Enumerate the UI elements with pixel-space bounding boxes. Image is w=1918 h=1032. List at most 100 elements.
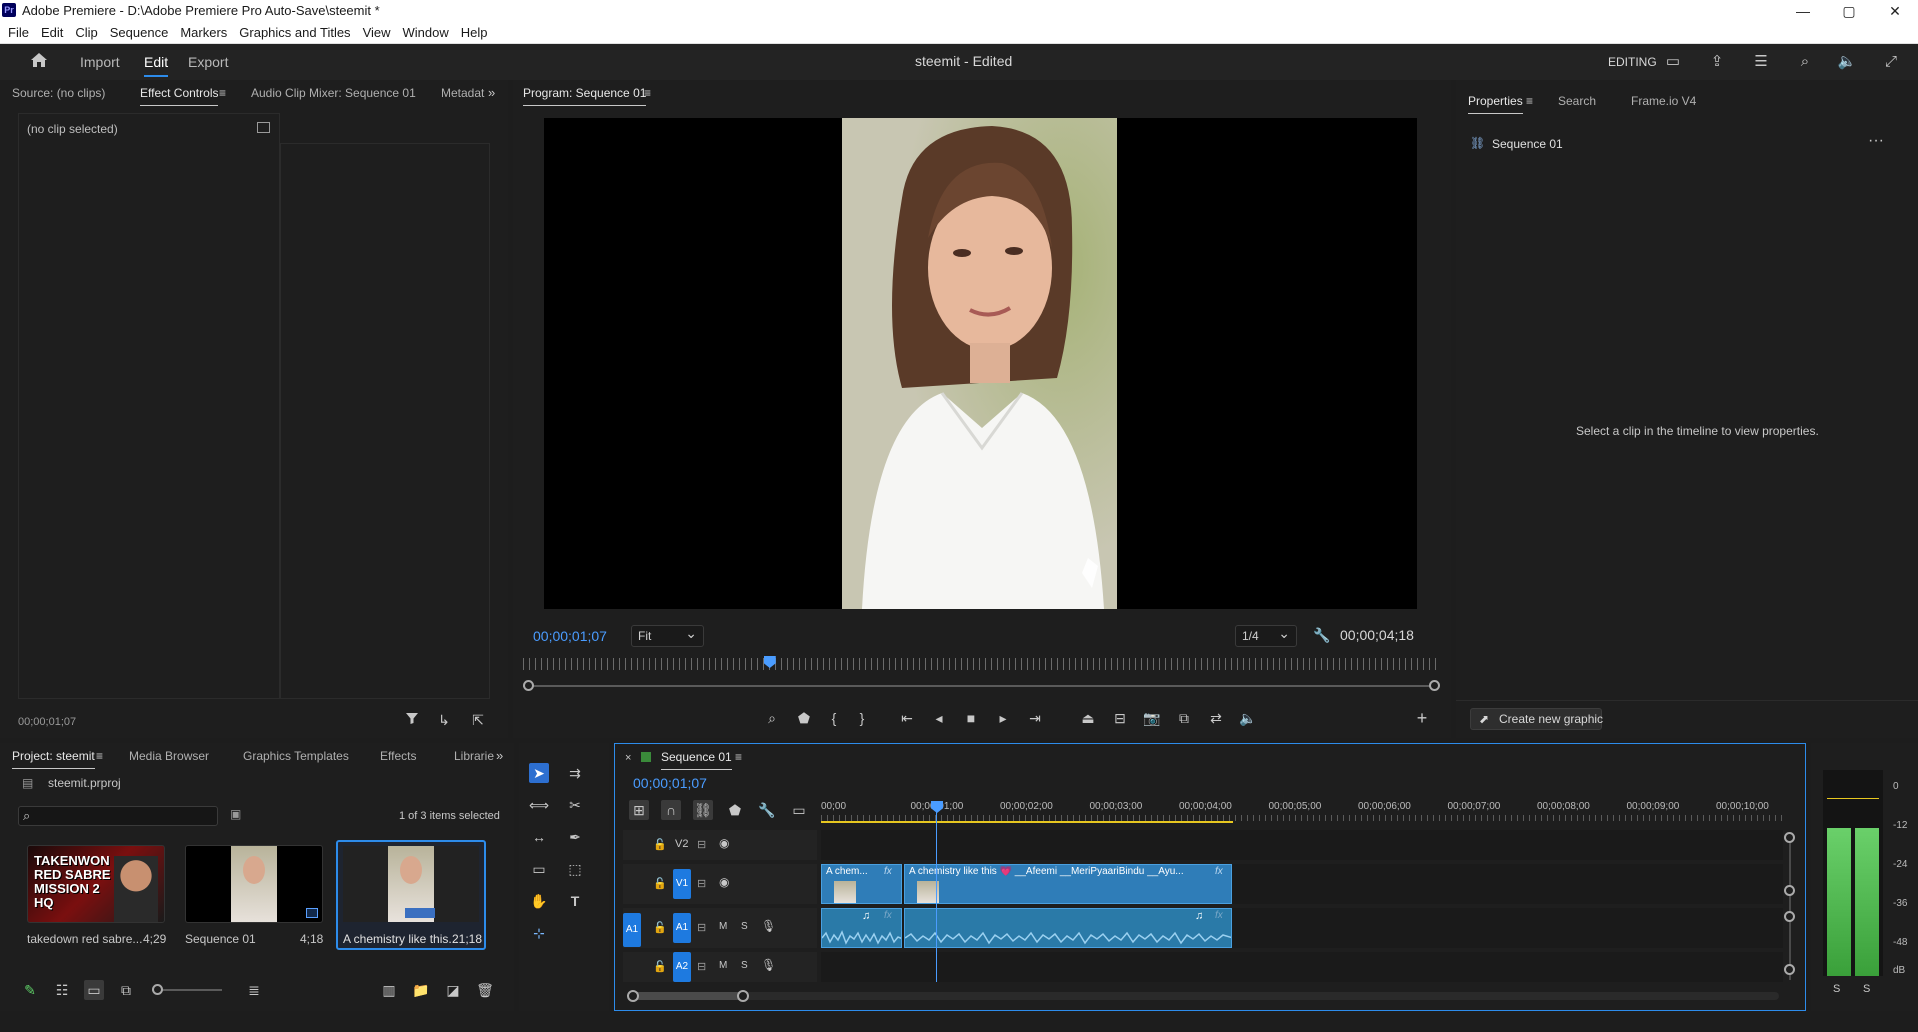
program-menu-icon[interactable]: ≡ xyxy=(644,86,651,100)
timeline-ruler[interactable]: 00;0000;00;01;0000;00;02;0000;00;03;0000… xyxy=(821,801,1783,823)
mute-a2-button[interactable]: M xyxy=(719,960,727,971)
program-zoom-bar[interactable] xyxy=(523,685,1439,687)
track-lane-a2[interactable] xyxy=(821,952,1783,982)
timeline-audio-clip-a1-1[interactable]: ♫ fx xyxy=(821,908,902,948)
menu-clip[interactable]: Clip xyxy=(69,22,103,44)
voiceover-a1-icon[interactable]: 🎙 xyxy=(761,919,776,933)
volume-icon[interactable]: 🔈 xyxy=(1836,52,1858,72)
tab-source[interactable]: Source: (no clips) xyxy=(12,86,105,100)
project-menu-icon[interactable]: ≡ xyxy=(96,749,103,763)
timeline-settings-wrench-icon[interactable]: 🔧 xyxy=(757,800,777,820)
ripple-edit-tool-icon[interactable]: ⟺ xyxy=(529,795,549,815)
mark-in-icon[interactable]: { xyxy=(824,708,844,728)
tab-frameio[interactable]: Frame.io V4 xyxy=(1631,94,1696,108)
solo-left-button[interactable]: S xyxy=(1833,983,1840,995)
filter-icon[interactable] xyxy=(402,710,422,730)
close-button[interactable]: ✕ xyxy=(1872,0,1918,22)
mute-a1-button[interactable]: M xyxy=(719,921,727,932)
monitor-volume-icon[interactable]: 🔈 xyxy=(1238,708,1258,728)
menu-graphics-and-titles[interactable]: Graphics and Titles xyxy=(233,22,356,44)
insert-sequence-as-nest-icon[interactable]: ⊞ xyxy=(629,800,649,820)
hand-tool-icon[interactable]: ✋ xyxy=(529,891,549,911)
mark-out-icon[interactable]: } xyxy=(852,708,872,728)
timeline-vscroll-handle-2[interactable] xyxy=(1784,885,1795,896)
timeline-zoom-handle-right[interactable] xyxy=(737,990,749,1002)
tab-media-browser[interactable]: Media Browser xyxy=(129,749,209,763)
tab-graphics-templates[interactable]: Graphics Templates xyxy=(243,749,349,763)
new-search-bin-icon[interactable]: ▣ xyxy=(230,807,241,821)
tab-effects[interactable]: Effects xyxy=(380,749,416,763)
menu-file[interactable]: File xyxy=(2,22,35,44)
work-area-bar[interactable] xyxy=(821,821,1233,823)
icon-view-icon[interactable]: ▭ xyxy=(84,980,104,1000)
more-options-icon[interactable]: ··· xyxy=(1868,132,1884,150)
play-icon[interactable]: ▸ xyxy=(993,708,1013,728)
maximize-button[interactable]: ▢ xyxy=(1826,0,1872,22)
thumbnail-size-slider-handle[interactable] xyxy=(152,984,163,995)
project-search-input[interactable]: ⌕ xyxy=(18,806,218,826)
captions-icon[interactable]: ▭ xyxy=(789,800,809,820)
home-icon[interactable] xyxy=(28,52,50,72)
timeline-vertical-scroll[interactable] xyxy=(1789,836,1791,980)
progress-icon[interactable]: ☰ xyxy=(1750,52,1772,72)
write-lock-pencil-icon[interactable]: ✎ xyxy=(20,980,40,1000)
timeline-timecode[interactable]: 00;00;01;07 xyxy=(633,775,707,791)
program-current-timecode[interactable]: 00;00;01;07 xyxy=(533,628,607,644)
close-sequence-icon[interactable]: × xyxy=(625,752,631,764)
pen-tool-icon[interactable]: ✒ xyxy=(565,827,585,847)
new-item-icon[interactable]: ◪ xyxy=(443,980,463,1000)
menu-help[interactable]: Help xyxy=(455,22,494,44)
workspace-label[interactable]: EDITING xyxy=(1608,55,1657,69)
timeline-vscroll-handle-1[interactable] xyxy=(1784,832,1795,843)
step-back-icon[interactable]: ◂ xyxy=(929,708,949,728)
lock-v2-icon[interactable]: 🔓 xyxy=(653,838,667,851)
list-view-icon[interactable]: ☷ xyxy=(52,980,72,1000)
fullscreen-icon[interactable]: ⤢ xyxy=(1880,52,1902,72)
workspace-panel-icon[interactable]: ▭ xyxy=(1662,52,1684,72)
program-zoom-handle-right[interactable] xyxy=(1429,680,1440,691)
eye-v1-icon[interactable]: ◉ xyxy=(719,875,729,889)
header-tab-import[interactable]: Import xyxy=(80,54,120,70)
type-tool-icon[interactable]: T xyxy=(565,891,585,911)
sort-icons-icon[interactable]: ≣ xyxy=(244,980,264,1000)
export-icon[interactable]: ⇱ xyxy=(468,710,488,730)
freeform-view-icon[interactable]: ⧉ xyxy=(116,980,136,1000)
more-project-tabs-icon[interactable]: » xyxy=(496,748,503,763)
sync-lock-v1-icon[interactable]: ⊟ xyxy=(697,877,706,890)
header-tab-export[interactable]: Export xyxy=(188,54,228,70)
add-marker-timeline-icon[interactable]: ⬟ xyxy=(725,800,745,820)
menu-sequence[interactable]: Sequence xyxy=(104,22,175,44)
minimize-button[interactable]: — xyxy=(1780,0,1826,22)
program-zoom-handle-left[interactable] xyxy=(523,680,534,691)
menu-view[interactable]: View xyxy=(357,22,397,44)
tab-program-sequence[interactable]: Program: Sequence 01 xyxy=(523,86,647,106)
project-item-name-1[interactable]: takedown red sabre... xyxy=(27,932,142,946)
project-item-card-3[interactable]: A chemistry like this... 21;18 xyxy=(336,840,486,950)
tab-audio-clip-mixer[interactable]: Audio Clip Mixer: Sequence 01 xyxy=(251,86,416,100)
marker-search-icon[interactable]: ⌕ xyxy=(762,708,782,728)
sync-lock-v2-icon[interactable]: ⊟ xyxy=(697,838,706,851)
tab-metadata[interactable]: Metadat xyxy=(441,86,484,100)
program-time-ruler[interactable] xyxy=(523,656,1437,670)
delete-trash-icon[interactable]: 🗑 xyxy=(475,980,495,1000)
menu-edit[interactable]: Edit xyxy=(35,22,69,44)
eye-v2-icon[interactable]: ◉ xyxy=(719,836,729,850)
toggle-timeline-view-icon[interactable] xyxy=(257,122,270,133)
track-lane-a1[interactable]: ♫ fx ♫ fx xyxy=(821,908,1783,948)
lift-icon[interactable]: ⏏ xyxy=(1078,708,1098,728)
source-patch-a1[interactable]: A1 xyxy=(623,913,641,947)
timeline-clip-v1-1[interactable]: A chem... fx xyxy=(821,864,902,904)
menu-window[interactable]: Window xyxy=(397,22,455,44)
solo-a2-button[interactable]: S xyxy=(741,960,748,971)
solo-right-button[interactable]: S xyxy=(1863,983,1870,995)
stop-icon[interactable]: ■ xyxy=(961,708,981,728)
extract-icon[interactable]: ⊟ xyxy=(1110,708,1130,728)
new-bin-icon[interactable]: 📁 xyxy=(411,980,431,1000)
project-item-name-2[interactable]: Sequence 01 xyxy=(185,932,256,946)
snap-magnet-icon[interactable]: ∩ xyxy=(661,800,681,820)
track-target-a1[interactable]: A1 xyxy=(673,913,691,943)
fit-dropdown[interactable]: Fit xyxy=(631,623,704,647)
search-icon[interactable]: ⌕ xyxy=(1794,52,1816,72)
track-lane-v1[interactable]: A chem... fx A chemistry like this 💗 __A… xyxy=(821,864,1783,904)
tab-search[interactable]: Search xyxy=(1558,94,1596,108)
